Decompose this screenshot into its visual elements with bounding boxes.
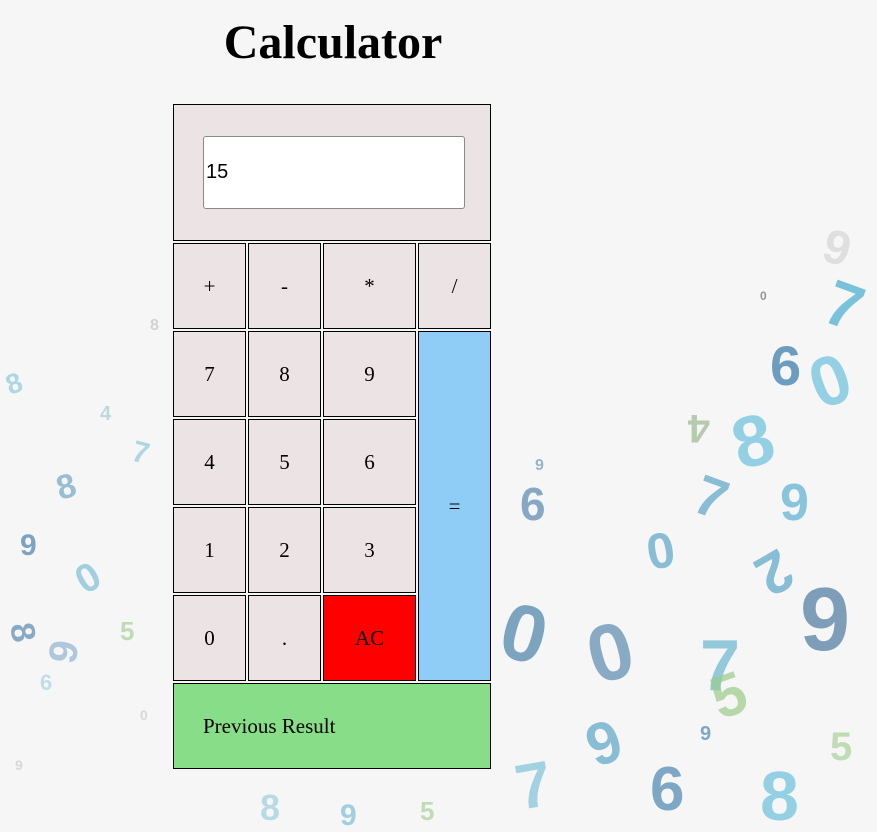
svg-text:4: 4 [687,406,710,450]
digit-6-button[interactable]: 6 [323,419,416,505]
minus-button[interactable]: - [248,243,321,329]
svg-text:9: 9 [817,219,857,277]
svg-text:6: 6 [40,670,52,695]
digit-3-button[interactable]: 3 [323,507,416,593]
digit-7-button[interactable]: 7 [173,331,246,417]
svg-text:8: 8 [150,317,159,334]
svg-text:8: 8 [2,620,43,645]
svg-text:9: 9 [20,529,37,562]
digit-0-button[interactable]: 0 [173,595,246,681]
digit-2-button[interactable]: 2 [248,507,321,593]
page-title: Calculator [223,16,443,69]
svg-text:0: 0 [140,707,148,723]
svg-text:0: 0 [577,603,643,700]
svg-text:8: 8 [52,466,80,508]
svg-text:0: 0 [68,554,109,603]
digit-1-button[interactable]: 1 [173,507,246,593]
plus-button[interactable]: + [173,243,246,329]
divide-button[interactable]: / [418,243,491,329]
digit-9-button[interactable]: 9 [323,331,416,417]
svg-text:7: 7 [815,265,873,345]
equals-button[interactable]: = [418,331,491,681]
svg-text:5: 5 [830,725,852,769]
svg-text:5: 5 [702,658,756,732]
previous-result-button[interactable]: Previous Result [173,683,491,769]
display-panel [173,104,491,241]
svg-text:6: 6 [577,706,631,780]
svg-text:5: 5 [120,616,134,646]
calculator: + - * / 7 8 9 = 4 5 6 1 2 3 0 . AC Previ… [171,102,493,771]
svg-text:0: 0 [642,521,679,581]
svg-text:0: 0 [760,289,767,303]
svg-text:4: 4 [100,403,112,425]
svg-text:8: 8 [723,398,782,486]
svg-text:8: 8 [260,787,280,828]
svg-text:5: 5 [420,796,434,826]
svg-text:6: 6 [520,478,546,530]
svg-text:7: 7 [686,462,737,532]
digit-4-button[interactable]: 4 [173,419,246,505]
digit-8-button[interactable]: 8 [248,331,321,417]
svg-text:0: 0 [491,585,557,682]
decimal-point-button[interactable]: . [248,595,321,681]
display-input[interactable] [203,136,465,209]
svg-text:9: 9 [15,757,23,773]
svg-text:7: 7 [128,435,153,471]
svg-text:9: 9 [340,799,357,832]
svg-text:8: 8 [1,366,26,400]
svg-text:6: 6 [650,755,684,824]
digit-5-button[interactable]: 5 [248,419,321,505]
svg-text:8: 8 [760,757,799,832]
svg-text:9: 9 [780,474,809,532]
svg-text:2: 2 [744,536,804,608]
svg-text:9: 9 [535,457,544,474]
svg-text:6: 6 [770,334,801,397]
multiply-button[interactable]: * [323,243,416,329]
svg-text:9: 9 [800,570,850,670]
svg-text:0: 0 [798,337,861,424]
svg-text:7: 7 [700,626,740,706]
svg-text:7: 7 [510,747,558,824]
all-clear-button[interactable]: AC [323,595,416,681]
svg-text:9: 9 [41,637,88,667]
svg-text:9: 9 [700,723,711,745]
